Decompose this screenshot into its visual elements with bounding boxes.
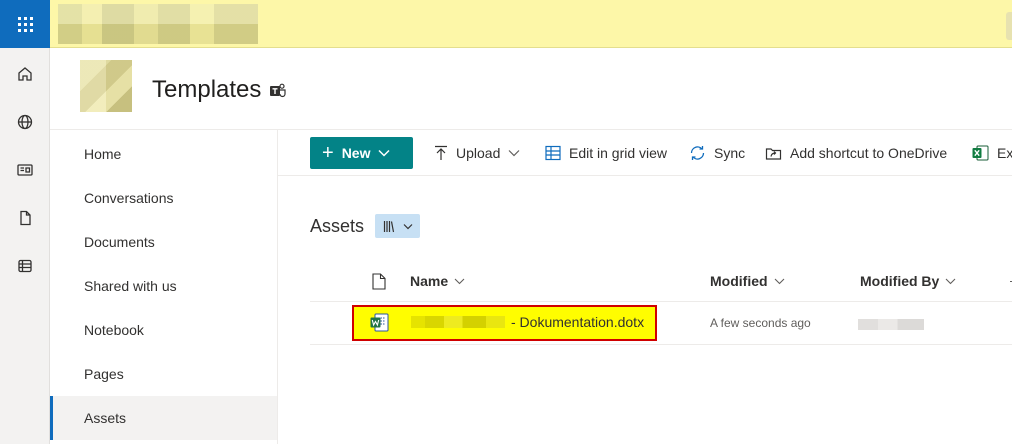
nav-item-home[interactable]: Home (50, 132, 277, 176)
nav-item-pages[interactable]: Pages (50, 352, 277, 396)
chevron-down-icon (774, 278, 784, 284)
edit-grid-view-button[interactable]: Edit in grid view (545, 137, 667, 169)
sync-label: Sync (714, 145, 746, 161)
globe-icon (17, 114, 33, 130)
grid-view-label: Edit in grid view (569, 145, 668, 161)
column-header-label: Modified (710, 273, 768, 289)
site-logo[interactable] (80, 60, 132, 112)
export-excel-button[interactable]: Ex (972, 137, 1012, 169)
upload-label: Upload (456, 145, 501, 161)
nav-item-label: Shared with us (84, 278, 177, 294)
chevron-down-icon (454, 278, 465, 284)
app-launcher-button[interactable] (0, 0, 50, 48)
column-header-modified[interactable]: Modified (710, 273, 785, 289)
nav-item-label: Documents (84, 234, 155, 250)
modified-value: A few seconds ago (710, 316, 811, 330)
plus-icon: + (322, 142, 334, 164)
site-header: Templates (50, 48, 1012, 130)
app-rail (0, 48, 50, 444)
redacted-modified-by (858, 319, 924, 330)
redacted-org-name (58, 4, 258, 44)
rail-lists-button[interactable] (0, 242, 50, 290)
chevron-down-icon (378, 149, 391, 157)
nav-item-shared-with-us[interactable]: Shared with us (50, 264, 277, 308)
command-bar: + New Upload Edit in grid view Sync Add … (278, 130, 1012, 176)
sync-button[interactable]: Sync (689, 137, 745, 169)
rail-news-button[interactable] (0, 146, 50, 194)
suite-bar (0, 0, 1012, 48)
news-icon (17, 164, 33, 176)
redacted-file-prefix (411, 316, 505, 328)
nav-item-label: Notebook (84, 322, 144, 338)
column-header-label: Name (410, 273, 449, 289)
chevron-down-icon (403, 223, 412, 229)
column-header-modified-by[interactable]: Modified By (860, 273, 956, 289)
column-header-label: Modified By (860, 273, 940, 289)
site-title[interactable]: Templates (152, 76, 261, 104)
table-row[interactable]: - Dokumentation.dotx A few seconds ago (310, 302, 1012, 345)
view-switcher-button[interactable] (375, 214, 420, 238)
word-template-icon (370, 313, 389, 332)
library-view-icon (383, 220, 394, 232)
waffle-icon (17, 16, 33, 32)
home-icon (18, 67, 32, 81)
nav-item-label: Pages (84, 366, 124, 382)
lists-icon (18, 259, 32, 273)
grid-view-icon (545, 145, 561, 161)
rail-sites-button[interactable] (0, 98, 50, 146)
upload-icon (435, 145, 447, 160)
file-name-link[interactable]: - Dokumentation.dotx (411, 314, 644, 330)
column-header-name[interactable]: Name (410, 273, 465, 289)
export-label: Ex (997, 145, 1012, 161)
list-header: Name Modified Modified By (310, 262, 1012, 302)
suite-bar-edge-control[interactable] (1006, 12, 1012, 40)
nav-item-documents[interactable]: Documents (50, 220, 277, 264)
site-navigation: Home Conversations Documents Shared with… (50, 130, 278, 444)
file-type-column-icon[interactable] (372, 273, 386, 290)
chevron-down-icon (945, 278, 956, 284)
nav-item-label: Conversations (84, 190, 174, 206)
nav-item-conversations[interactable]: Conversations (50, 176, 277, 220)
document-icon (20, 210, 31, 226)
nav-item-label: Home (84, 146, 122, 162)
upload-button[interactable]: Upload (434, 137, 520, 169)
shortcut-icon (765, 148, 782, 160)
chevron-down-icon (508, 150, 520, 157)
excel-icon (972, 145, 989, 161)
teams-icon[interactable] (269, 83, 287, 98)
rail-files-button[interactable] (0, 194, 50, 242)
new-button-label: New (341, 145, 371, 161)
file-name-suffix: - Dokumentation.dotx (511, 314, 645, 330)
add-shortcut-button[interactable]: Add shortcut to OneDrive (765, 137, 947, 169)
nav-item-label: Assets (84, 410, 127, 426)
new-button[interactable]: + New (310, 137, 413, 169)
shortcut-label: Add shortcut to OneDrive (790, 145, 948, 161)
nav-item-notebook[interactable]: Notebook (50, 308, 277, 352)
sync-icon (690, 146, 705, 160)
library-title: Assets (310, 216, 365, 236)
nav-item-assets[interactable]: Assets (50, 396, 277, 440)
rail-home-button[interactable] (0, 50, 50, 98)
